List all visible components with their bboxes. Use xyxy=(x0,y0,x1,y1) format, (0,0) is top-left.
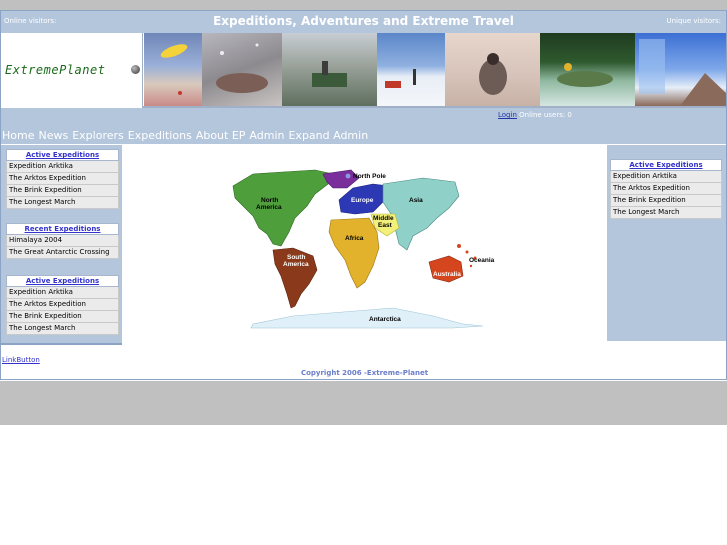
copyright-text: Copyright 2006 -Extreme-Planet xyxy=(300,369,429,377)
left-sidebar-bottom-line xyxy=(1,343,122,345)
list-item[interactable]: Himalaya 2004 xyxy=(6,235,119,247)
banner-photo-rafting xyxy=(540,33,635,106)
login-link[interactable]: Login xyxy=(498,111,517,119)
main-menu: Home News Explorers Expeditions About EP Admi… xyxy=(2,129,372,142)
list-item[interactable]: The Brink Expedition xyxy=(6,185,119,197)
top-gray-strip xyxy=(0,0,727,10)
label-east: East xyxy=(378,222,393,229)
menu-item-explorers[interactable]: Explorers xyxy=(72,129,124,142)
banner-photo-sled xyxy=(377,33,445,106)
label-north-america: America xyxy=(256,204,282,211)
menu-item-expand-admin[interactable]: Expand Admin xyxy=(288,129,368,142)
north-pole-marker[interactable] xyxy=(345,173,351,179)
site-logo[interactable]: ExtremePlanet xyxy=(1,33,143,108)
antarctica-region[interactable] xyxy=(250,307,484,329)
label-middle: Middle xyxy=(373,215,394,222)
globe-icon xyxy=(131,65,140,74)
left-active-expeditions-title[interactable]: Active Expeditions xyxy=(6,149,119,161)
list-item[interactable]: Expedition Arktika xyxy=(610,171,722,183)
list-item[interactable]: The Arktos Expedition xyxy=(610,183,722,195)
label-oceania: Oceania xyxy=(469,257,495,264)
label-antarctica: Antarctica xyxy=(369,316,401,323)
banner-photo-boat xyxy=(282,33,377,106)
page-frame: Online visitors: Expeditions, Adventures… xyxy=(0,10,727,380)
list-item[interactable]: Expedition Arktika xyxy=(6,287,119,299)
banner-photo-glacier xyxy=(635,33,726,106)
menu-item-news[interactable]: News xyxy=(38,129,68,142)
left-recent-expeditions: Recent Expeditions Himalaya 2004 The Gre… xyxy=(6,223,119,259)
list-item[interactable]: The Longest March xyxy=(6,197,119,209)
site-title: Expeditions, Adventures and Extreme Trav… xyxy=(213,14,514,28)
login-line: Login Online users: 0 xyxy=(498,111,572,119)
menu-item-about[interactable]: About EP xyxy=(196,129,246,142)
list-item[interactable]: The Brink Expedition xyxy=(6,311,119,323)
list-item[interactable]: Expedition Arktika xyxy=(6,161,119,173)
unique-visitors-label: Unique visitors: xyxy=(666,17,721,25)
label-north-pole: North Pole xyxy=(353,173,386,180)
label-north: North xyxy=(261,197,278,204)
left-active-expeditions: Active Expeditions Expedition Arktika Th… xyxy=(6,149,119,209)
banner-photo-snowmobile xyxy=(445,33,540,106)
africa-region[interactable] xyxy=(328,217,380,289)
nav-bar: Login Online users: 0 Home News Explorers E… xyxy=(1,108,726,144)
logo-text: ExtremePlanet xyxy=(5,63,106,77)
north-america-region[interactable] xyxy=(232,169,334,247)
online-users-text: Online users: 0 xyxy=(519,111,572,119)
list-item[interactable]: The Brink Expedition xyxy=(610,195,722,207)
bottom-gray-area xyxy=(0,381,727,425)
banner: ExtremePlanet xyxy=(1,33,726,108)
label-south-america: America xyxy=(283,261,309,268)
label-europe: Europe xyxy=(351,197,374,204)
list-item[interactable]: The Longest March xyxy=(610,207,722,219)
label-asia: Asia xyxy=(409,197,423,204)
list-item[interactable]: The Arktos Expedition xyxy=(6,299,119,311)
list-item[interactable]: The Longest March xyxy=(6,323,119,335)
list-item[interactable]: The Great Antarctic Crossing xyxy=(6,247,119,259)
label-south: South xyxy=(287,254,305,261)
label-africa: Africa xyxy=(345,235,364,242)
banner-photo-snowstorm xyxy=(202,33,282,106)
australia-region[interactable] xyxy=(428,255,464,283)
title-bar: Online visitors: Expeditions, Adventures… xyxy=(1,11,726,33)
menu-item-home[interactable]: Home xyxy=(2,129,34,142)
menu-item-expeditions[interactable]: Expeditions xyxy=(128,129,192,142)
link-button[interactable]: LinkButton xyxy=(2,356,40,364)
left-active-expeditions-2-title[interactable]: Active Expeditions xyxy=(6,275,119,287)
left-active-expeditions-2: Active Expeditions Expedition Arktika Th… xyxy=(6,275,119,335)
left-recent-expeditions-title[interactable]: Recent Expeditions xyxy=(6,223,119,235)
banner-photo-paraglider xyxy=(144,33,202,106)
right-active-expeditions-title[interactable]: Active Expeditions xyxy=(610,159,722,171)
list-item[interactable]: The Arktos Expedition xyxy=(6,173,119,185)
world-map[interactable]: North Pole North America Europe Asia Mid… xyxy=(223,166,503,331)
label-australia: Australia xyxy=(433,271,461,278)
right-active-expeditions: Active Expeditions Expedition Arktika Th… xyxy=(610,159,722,219)
menu-item-admin[interactable]: Admin xyxy=(249,129,284,142)
